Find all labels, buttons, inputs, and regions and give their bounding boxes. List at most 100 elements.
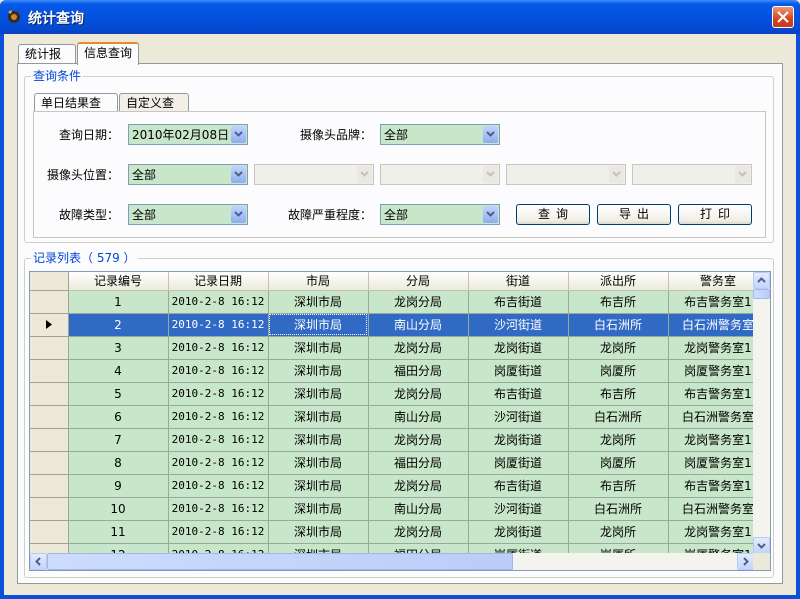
table-cell[interactable]: 7 xyxy=(68,428,169,452)
table-cell[interactable]: 2010-2-8 16:12 xyxy=(168,428,269,452)
table-row[interactable]: 6 2010-2-8 16:12 深圳市局 南山分局 沙河街道 白石洲所 白石洲警务室 xyxy=(30,405,769,429)
table-row[interactable]: 3 2010-2-8 16:12 深圳市局 龙岗分局 龙岗街道 龙岗所 龙岗警务室1 xyxy=(30,336,769,360)
column-header[interactable]: 市局 xyxy=(268,272,369,291)
table-cell[interactable]: 深圳市局 xyxy=(268,474,369,498)
table-cell[interactable]: 南山分局 xyxy=(368,313,469,337)
table-cell[interactable]: 岗厦街道 xyxy=(468,359,569,383)
severity-select[interactable]: 全部 xyxy=(380,204,500,225)
table-cell[interactable]: 2010-2-8 16:12 xyxy=(168,313,269,337)
table-cell[interactable]: 龙岗分局 xyxy=(368,520,469,544)
table-row[interactable]: 9 2010-2-8 16:12 深圳市局 龙岗分局 布吉街道 布吉所 布吉警务室1 xyxy=(30,474,769,498)
table-cell[interactable]: 3 xyxy=(68,336,169,360)
vertical-scrollbar[interactable] xyxy=(753,272,770,554)
subtab-single-day[interactable]: 单日结果查询 xyxy=(34,93,118,128)
row-header[interactable] xyxy=(30,405,69,429)
horizontal-scrollbar[interactable] xyxy=(30,553,754,570)
print-button[interactable]: 打印 xyxy=(678,204,752,225)
table-cell[interactable]: 2010-2-8 16:12 xyxy=(168,451,269,475)
table-cell[interactable]: 深圳市局 xyxy=(268,520,369,544)
date-picker[interactable]: 2010年02月08日 xyxy=(128,124,248,145)
table-cell[interactable]: 2010-2-8 16:12 xyxy=(168,290,269,314)
column-header[interactable]: 街道 xyxy=(468,272,569,291)
table-row[interactable]: 8 2010-2-8 16:12 深圳市局 福田分局 岗厦街道 岗厦所 岗厦警务室1 xyxy=(30,451,769,475)
table-cell[interactable]: 龙岗分局 xyxy=(368,382,469,406)
table-cell[interactable]: 2010-2-8 16:12 xyxy=(168,405,269,429)
location-level2-select[interactable] xyxy=(254,164,374,185)
dropdown-arrow[interactable] xyxy=(231,126,246,143)
table-cell[interactable]: 白石洲所 xyxy=(568,497,669,521)
location-level3-select[interactable] xyxy=(380,164,500,185)
table-cell[interactable]: 深圳市局 xyxy=(268,313,369,337)
row-header[interactable] xyxy=(30,520,69,544)
table-cell[interactable]: 2010-2-8 16:12 xyxy=(168,497,269,521)
dropdown-arrow[interactable] xyxy=(735,166,750,183)
table-cell[interactable]: 深圳市局 xyxy=(268,290,369,314)
table-cell[interactable]: 白石洲所 xyxy=(568,405,669,429)
column-header[interactable]: 分局 xyxy=(368,272,469,291)
table-cell[interactable]: 龙岗分局 xyxy=(368,428,469,452)
row-header[interactable] xyxy=(30,382,69,406)
table-cell[interactable]: 岗厦所 xyxy=(568,359,669,383)
scroll-thumb[interactable] xyxy=(753,289,770,299)
table-cell[interactable]: 2010-2-8 16:12 xyxy=(168,382,269,406)
column-header[interactable]: 派出所 xyxy=(568,272,669,291)
title-bar[interactable]: 统计查询 xyxy=(0,0,800,34)
table-row[interactable]: 2 2010-2-8 16:12 深圳市局 南山分局 沙河街道 白石洲所 白石洲警务室 xyxy=(30,313,769,337)
scroll-right-button[interactable] xyxy=(737,553,754,570)
dropdown-arrow[interactable] xyxy=(231,206,246,223)
table-row[interactable]: 11 2010-2-8 16:12 深圳市局 龙岗分局 龙岗街道 龙岗所 龙岗警务室1 xyxy=(30,520,769,544)
table-cell[interactable]: 深圳市局 xyxy=(268,336,369,360)
table-cell[interactable]: 1 xyxy=(68,290,169,314)
table-cell[interactable]: 5 xyxy=(68,382,169,406)
table-cell[interactable]: 福田分局 xyxy=(368,451,469,475)
dropdown-arrow[interactable] xyxy=(609,166,624,183)
dropdown-arrow[interactable] xyxy=(483,206,498,223)
row-header[interactable] xyxy=(30,336,69,360)
table-cell[interactable]: 福田分局 xyxy=(368,359,469,383)
table-cell[interactable]: 布吉所 xyxy=(568,290,669,314)
row-header[interactable] xyxy=(30,497,69,521)
fault-type-select[interactable]: 全部 xyxy=(128,204,248,225)
dropdown-arrow[interactable] xyxy=(231,166,246,183)
row-header[interactable] xyxy=(30,474,69,498)
subtab-custom[interactable]: 自定义查询 xyxy=(119,93,189,128)
table-cell[interactable]: 龙岗分局 xyxy=(368,336,469,360)
scroll-thumb[interactable] xyxy=(47,553,513,570)
scroll-up-button[interactable] xyxy=(753,272,770,289)
table-cell[interactable]: 沙河街道 xyxy=(468,497,569,521)
table-cell[interactable]: 布吉街道 xyxy=(468,290,569,314)
table-cell[interactable]: 布吉所 xyxy=(568,382,669,406)
dropdown-arrow[interactable] xyxy=(357,166,372,183)
table-cell[interactable]: 深圳市局 xyxy=(268,405,369,429)
table-cell[interactable]: 沙河街道 xyxy=(468,405,569,429)
table-cell[interactable]: 南山分局 xyxy=(368,497,469,521)
table-row[interactable]: 10 2010-2-8 16:12 深圳市局 南山分局 沙河街道 白石洲所 白石洲警务室 xyxy=(30,497,769,521)
table-cell[interactable]: 2010-2-8 16:12 xyxy=(168,520,269,544)
table-row[interactable]: 7 2010-2-8 16:12 深圳市局 龙岗分局 龙岗街道 龙岗所 龙岗警务室1 xyxy=(30,428,769,452)
table-cell[interactable]: 岗厦街道 xyxy=(468,451,569,475)
scroll-down-button[interactable] xyxy=(753,537,770,554)
location-level5-select[interactable] xyxy=(632,164,752,185)
column-header[interactable]: 记录编号 xyxy=(68,272,169,291)
location-level4-select[interactable] xyxy=(506,164,626,185)
dropdown-arrow[interactable] xyxy=(483,126,498,143)
dropdown-arrow[interactable] xyxy=(483,166,498,183)
export-button[interactable]: 导出 xyxy=(597,204,671,225)
scroll-left-button[interactable] xyxy=(30,553,47,570)
table-cell[interactable]: 龙岗街道 xyxy=(468,520,569,544)
table-row[interactable]: 1 2010-2-8 16:12 深圳市局 龙岗分局 布吉街道 布吉所 布吉警务室1 xyxy=(30,290,769,314)
table-cell[interactable]: 深圳市局 xyxy=(268,382,369,406)
table-cell[interactable]: 南山分局 xyxy=(368,405,469,429)
query-button[interactable]: 查询 xyxy=(516,204,590,225)
row-header[interactable] xyxy=(30,313,69,337)
table-row[interactable]: 5 2010-2-8 16:12 深圳市局 龙岗分局 布吉街道 布吉所 布吉警务室1 xyxy=(30,382,769,406)
table-cell[interactable]: 2010-2-8 16:12 xyxy=(168,474,269,498)
row-header[interactable] xyxy=(30,290,69,314)
table-cell[interactable]: 岗厦所 xyxy=(568,451,669,475)
location-select[interactable]: 全部 xyxy=(128,164,248,185)
table-row[interactable]: 4 2010-2-8 16:12 深圳市局 福田分局 岗厦街道 岗厦所 岗厦警务室1 xyxy=(30,359,769,383)
row-header[interactable] xyxy=(30,359,69,383)
table-cell[interactable]: 2010-2-8 16:12 xyxy=(168,336,269,360)
table-cell[interactable]: 4 xyxy=(68,359,169,383)
table-cell[interactable]: 深圳市局 xyxy=(268,428,369,452)
